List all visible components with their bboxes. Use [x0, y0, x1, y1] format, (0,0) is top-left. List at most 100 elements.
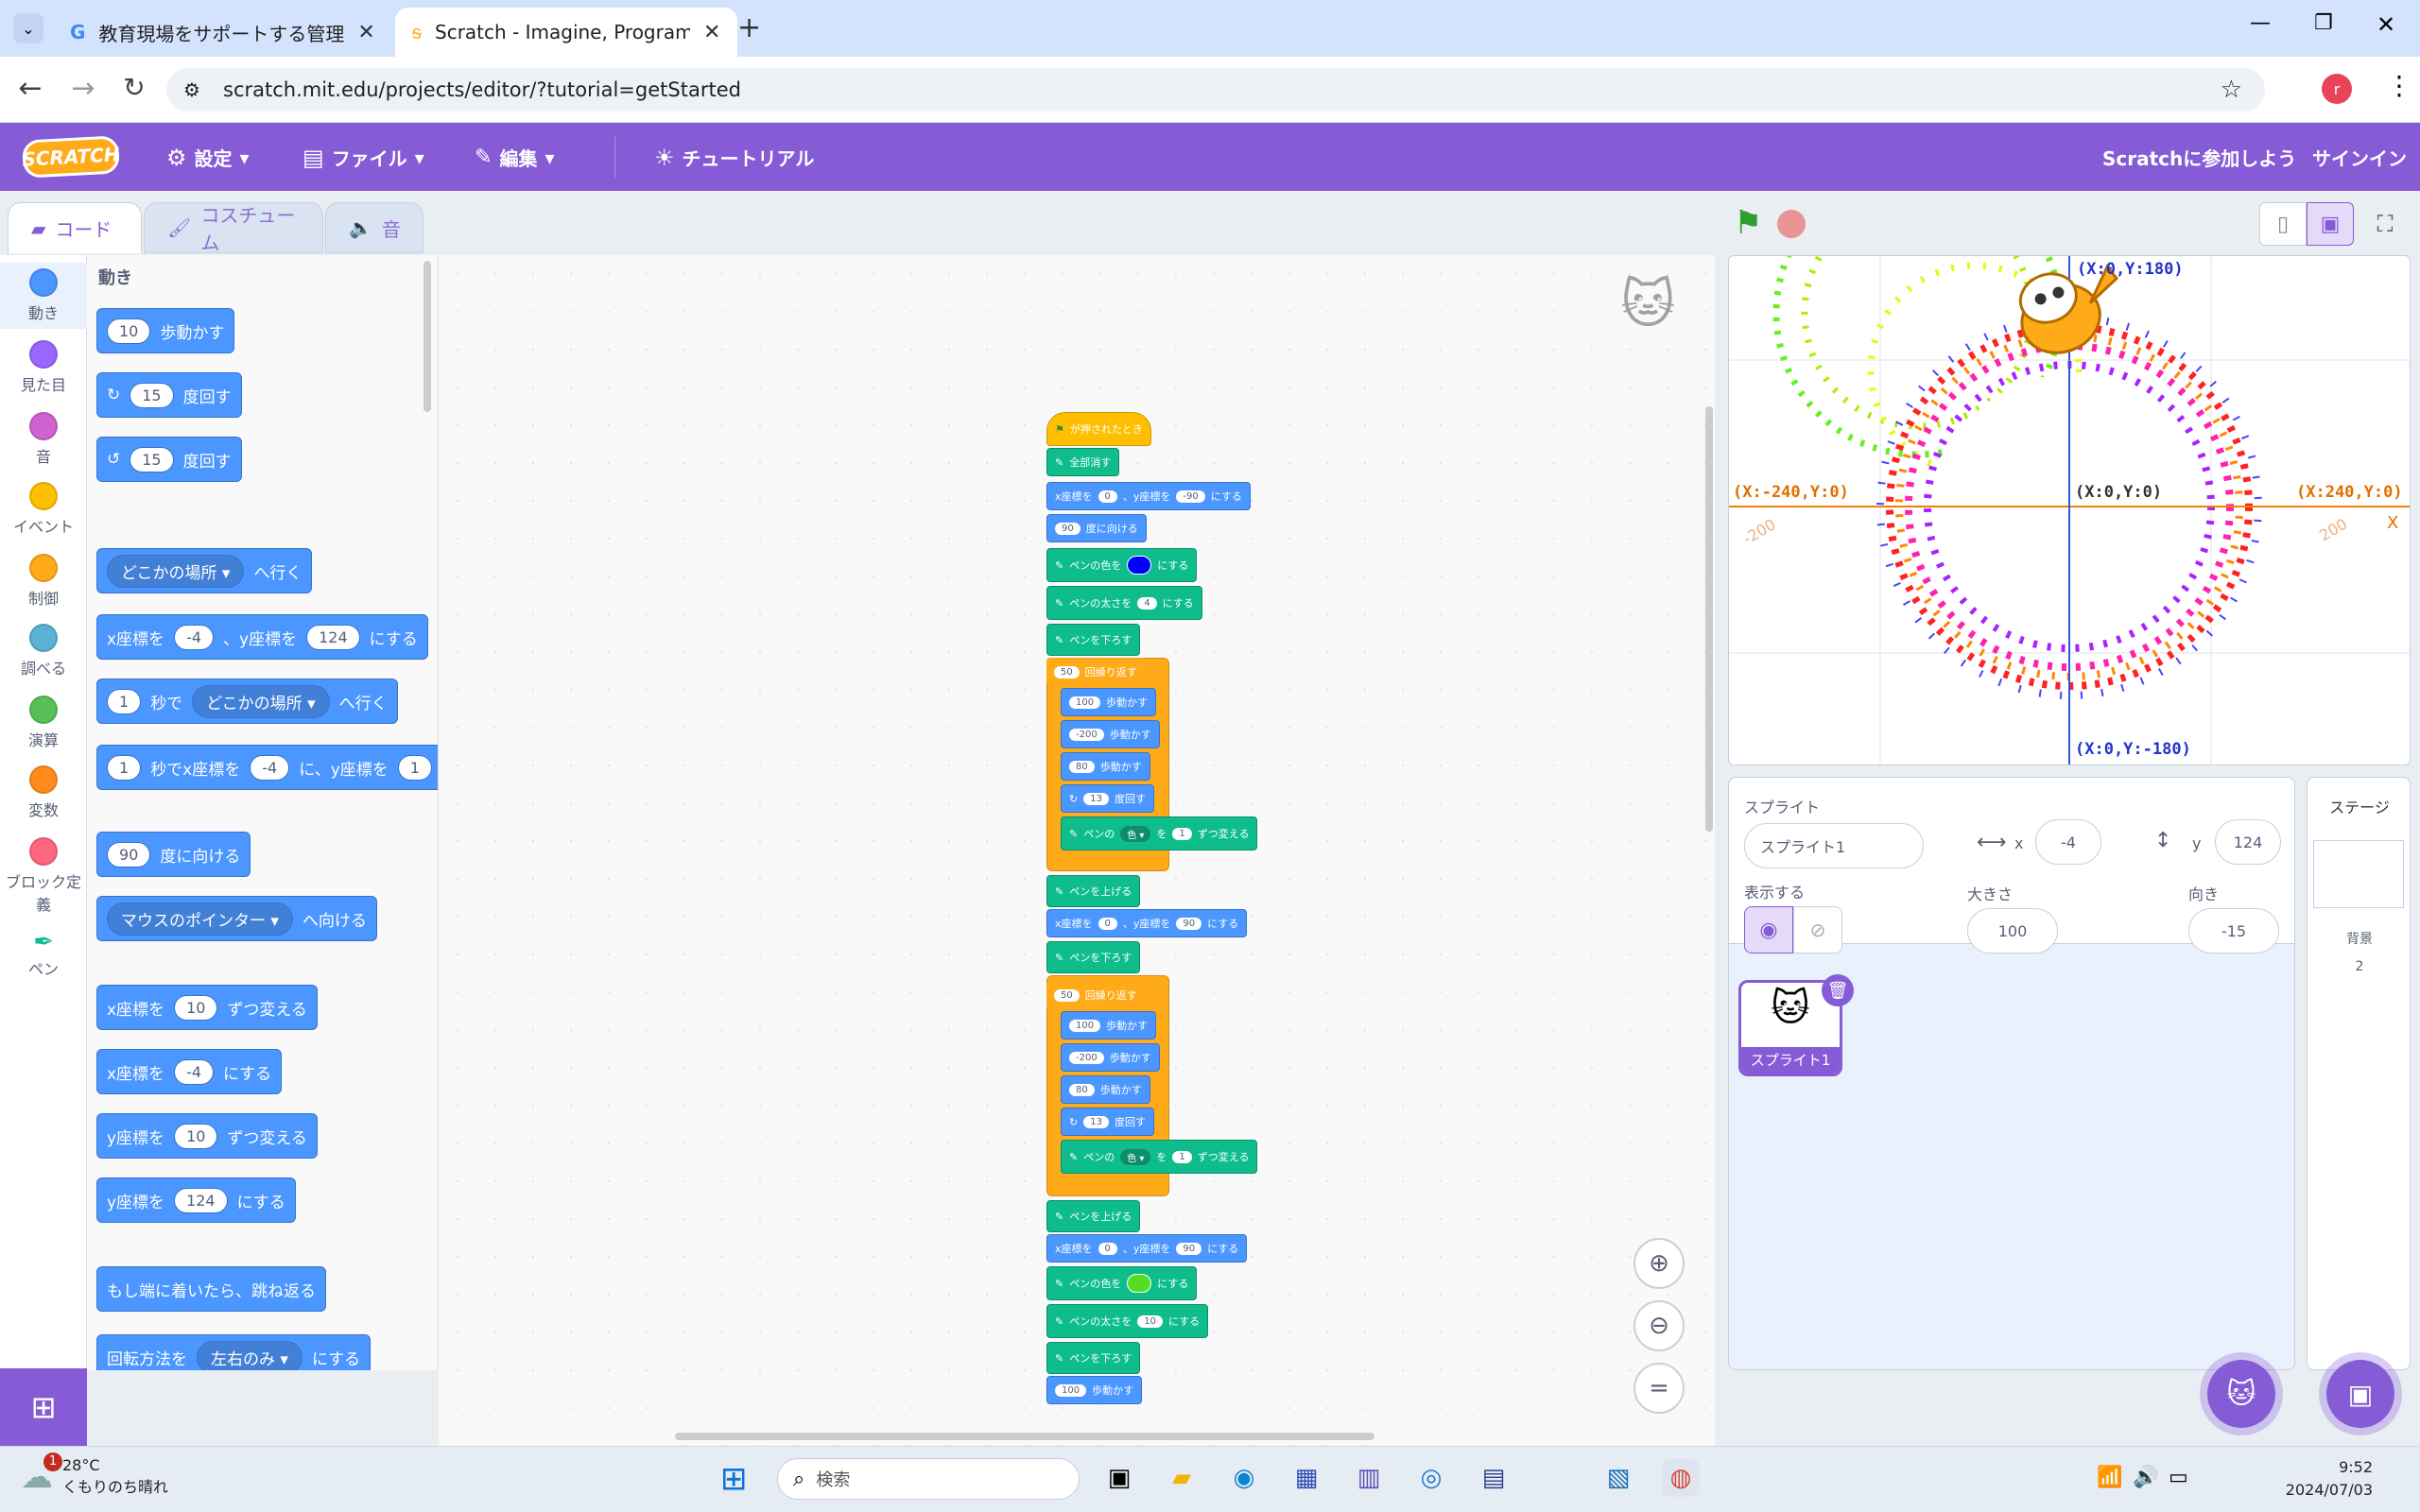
block-input[interactable]: 0 — [1098, 490, 1117, 503]
edge-browser-icon[interactable]: ◉ — [1225, 1459, 1263, 1497]
block-input[interactable]: -90 — [1176, 490, 1205, 503]
color-swatch[interactable] — [1127, 556, 1152, 575]
palette-block-change-x[interactable]: x座標を 10 ずつ変える — [96, 985, 318, 1030]
close-icon[interactable]: ✕ — [357, 21, 374, 44]
block-dropdown[interactable]: どこかの場所 ▾ — [192, 684, 330, 718]
stop-button[interactable] — [1777, 210, 1806, 238]
store-icon[interactable]: ▦ — [1288, 1459, 1325, 1497]
script-block-gotoxy[interactable]: x座標を 0 、y座標を -90 にする — [1046, 482, 1251, 510]
block-input[interactable]: 100 — [1069, 1019, 1101, 1032]
join-scratch-link[interactable]: Scratchに参加しよう — [2102, 144, 2296, 171]
zoom-reset-button[interactable]: = — [1634, 1363, 1685, 1414]
block-input[interactable]: 0 — [1098, 1242, 1117, 1255]
browser-tab-google[interactable]: G 教育現場をサポートする管理ツール ✕ — [53, 8, 392, 57]
category-sound[interactable]: 音 — [0, 406, 87, 472]
block-input[interactable]: 10 — [174, 994, 218, 1021]
block-input[interactable]: 10 — [174, 1123, 218, 1149]
script-block-set-pen-color[interactable]: ✎ ペンの色を にする — [1046, 548, 1198, 582]
block-input[interactable]: 90 — [107, 841, 151, 868]
script-block-move[interactable]: 80 歩動かす — [1061, 752, 1150, 781]
palette-block-turn-right[interactable]: ↻ 15 度回す — [96, 372, 242, 418]
category-motion[interactable]: 動き — [0, 263, 87, 329]
new-tab-button[interactable]: + — [737, 11, 761, 44]
block-input[interactable]: 100 — [1069, 696, 1101, 709]
script-block-gotoxy[interactable]: x座標を 0 、y座標を 90 にする — [1046, 1234, 1248, 1263]
show-hidden-button[interactable]: ⊘ — [1793, 906, 1842, 954]
palette-block-goto[interactable]: どこかの場所 ▾ へ行く — [96, 548, 313, 593]
add-backdrop-button[interactable]: ▣ — [2326, 1360, 2394, 1428]
tab-code[interactable]: ▰ コード — [8, 202, 142, 253]
script-block-pen-down[interactable]: ✎ ペンを下ろす — [1046, 624, 1141, 656]
block-input[interactable]: 80 — [1069, 1083, 1095, 1096]
block-input[interactable]: -4 — [174, 1058, 215, 1085]
block-input[interactable]: 90 — [1176, 1242, 1202, 1255]
tab-costume[interactable]: 🖌 コスチューム — [144, 202, 323, 254]
workspace-hscrollbar[interactable] — [675, 1433, 1374, 1440]
category-events[interactable]: イベント — [0, 476, 87, 542]
script-block-change-pen[interactable]: ✎ ペンの色 ▾ を 1 ずつ変える — [1061, 816, 1258, 850]
script-block-pen-up[interactable]: ✎ ペンを上げる — [1046, 1200, 1141, 1232]
script-block-clear[interactable]: ✎ 全部消す — [1046, 448, 1120, 476]
block-input[interactable]: -4 — [250, 754, 290, 781]
block-input[interactable]: 50 — [1054, 665, 1080, 679]
forward-icon[interactable]: → — [66, 72, 100, 105]
zoom-out-button[interactable]: ⊖ — [1634, 1300, 1685, 1351]
add-sprite-button[interactable]: 🐱 — [2207, 1360, 2275, 1428]
category-operators[interactable]: 演算 — [0, 690, 87, 756]
x-input[interactable]: -4 — [2035, 819, 2101, 865]
block-input[interactable]: 80 — [1069, 760, 1095, 773]
block-input[interactable]: 10 — [107, 318, 151, 344]
signin-link[interactable]: サインイン — [2312, 144, 2407, 171]
palette-scrollbar[interactable] — [424, 261, 431, 412]
task-view-icon[interactable]: ▣ — [1100, 1459, 1138, 1497]
script-block-turn[interactable]: ↻ 13 度回す — [1061, 784, 1154, 813]
file-menu[interactable]: ▤ ファイル ▾ — [302, 144, 424, 171]
chrome-icon[interactable]: ◍ — [1662, 1459, 1700, 1497]
color-swatch[interactable] — [1127, 1274, 1152, 1293]
script-block-set-pen-size[interactable]: ✎ ペンの太さを 10 にする — [1046, 1304, 1209, 1338]
script-block-point[interactable]: 90 度に向ける — [1046, 514, 1147, 542]
palette-block-glide-to[interactable]: 1 秒で どこかの場所 ▾ へ行く — [96, 679, 398, 724]
palette-block-glide-xy[interactable]: 1 秒でx座標を -4 に、y座標を 1 — [96, 745, 438, 790]
address-bar[interactable]: ⚙ scratch.mit.edu/projects/editor/?tutor… — [166, 68, 2265, 112]
wifi-icon[interactable]: 📶 — [2097, 1466, 2122, 1489]
block-input[interactable]: -4 — [174, 624, 215, 650]
block-dropdown[interactable]: 左右のみ ▾ — [197, 1340, 302, 1370]
script-block-move[interactable]: 100 歩動かす — [1046, 1376, 1143, 1404]
stage-thumbnail[interactable] — [2313, 840, 2404, 908]
minimize-icon[interactable]: — — [2250, 11, 2271, 35]
stage-target-panel[interactable]: ステージ 背景 2 ▣ — [2307, 777, 2411, 1428]
block-input[interactable]: 15 — [130, 446, 174, 472]
category-looks[interactable]: 見た目 — [0, 335, 87, 401]
palette-block-point-direction[interactable]: 90 度に向ける — [96, 832, 251, 877]
block-input[interactable]: 1 — [1172, 827, 1192, 840]
palette-block-point-towards[interactable]: マウスのポインター ▾ へ向ける — [96, 896, 377, 941]
taskbar-search[interactable]: ⌕ 検索 — [777, 1458, 1080, 1500]
script-block-set-pen-size[interactable]: ✎ ペンの太さを 4 にする — [1046, 586, 1202, 620]
script-block-turn[interactable]: ↻ 13 度回す — [1061, 1108, 1154, 1136]
app-icon[interactable]: ▥ — [1350, 1459, 1388, 1497]
green-flag-button[interactable]: ⚑ — [1734, 204, 1762, 242]
script-block-pen-down[interactable]: ✎ ペンを下ろす — [1046, 1342, 1141, 1374]
block-input[interactable]: 1 — [397, 754, 432, 781]
palette-block-change-y[interactable]: y座標を 10 ずつ変える — [96, 1113, 318, 1159]
script-block-change-pen[interactable]: ✎ ペンの色 ▾ を 1 ずつ変える — [1061, 1140, 1258, 1174]
block-input[interactable]: 1 — [1172, 1150, 1192, 1163]
edit-menu[interactable]: ✎ 編集 ▾ — [475, 144, 554, 171]
battery-icon[interactable]: ▭ — [2169, 1466, 2188, 1489]
site-info-icon[interactable]: ⚙ — [183, 78, 200, 101]
block-input[interactable]: 90 — [1055, 522, 1080, 535]
y-input[interactable]: 124 — [2215, 819, 2281, 865]
block-dropdown[interactable]: どこかの場所 ▾ — [107, 554, 245, 588]
fullscreen-button[interactable]: ⛶ — [2363, 202, 2407, 246]
restore-icon[interactable]: ❐ — [2314, 11, 2333, 35]
block-input[interactable]: 1 — [107, 754, 142, 781]
block-input[interactable]: -200 — [1069, 728, 1104, 741]
add-extension-button[interactable]: ⊞ — [0, 1368, 87, 1446]
palette-block-rotation-style[interactable]: 回転方法を 左右のみ ▾ にする — [96, 1334, 372, 1370]
script-block-move[interactable]: -200 歩動かす — [1061, 1043, 1160, 1072]
script-block-pen-up[interactable]: ✎ ペンを上げる — [1046, 875, 1141, 907]
script-block-pen-down[interactable]: ✎ ペンを下ろす — [1046, 941, 1141, 973]
block-input[interactable]: 4 — [1137, 596, 1157, 610]
palette-block-gotoxy[interactable]: x座標を -4 、y座標を 124 にする — [96, 614, 428, 660]
